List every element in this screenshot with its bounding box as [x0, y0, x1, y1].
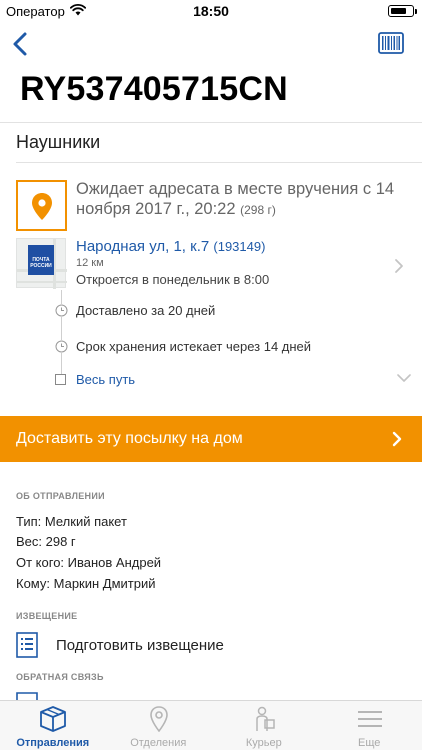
shipment-recipient: Кому: Маркин Дмитрий	[16, 576, 156, 591]
office-postal-index: (193149)	[213, 239, 266, 254]
chevron-right-icon	[395, 259, 403, 273]
route-square-icon	[55, 374, 66, 385]
chevron-down-icon	[397, 374, 411, 382]
post-office-address[interactable]: Народная ул, 1, к.7 (193149)	[76, 238, 265, 255]
home-delivery-banner[interactable]: Доставить эту посылку на дом	[0, 416, 422, 462]
navigation-bar	[0, 24, 422, 64]
timeline-storage: Срок хранения истекает через 14 дней	[55, 338, 415, 358]
storage-expires-text: Срок хранения истекает через 14 дней	[76, 339, 312, 354]
chevron-right-icon	[392, 431, 402, 447]
back-button[interactable]	[6, 26, 36, 62]
courier-icon	[256, 706, 275, 731]
timeline-delivered: Доставлено за 20 дней	[55, 302, 415, 322]
clock-icon	[55, 304, 68, 317]
clock-icon	[55, 340, 68, 353]
shipment-type: Тип: Мелкий пакет	[16, 514, 127, 529]
tab-more[interactable]: Еще	[317, 701, 422, 750]
prepare-notice-label: Подготовить извещение	[56, 637, 224, 654]
status-bar: Оператор 18:50	[0, 0, 422, 22]
feedback-icon	[16, 692, 38, 700]
tab-label: Еще	[358, 737, 381, 749]
divider	[0, 122, 422, 123]
box-icon	[40, 706, 66, 732]
tab-label: Отделения	[130, 737, 187, 749]
status-description: Ожидает адресата в месте вручения с 14 н…	[76, 179, 406, 220]
post-office-map-thumbnail: ПОЧТА РОССИИ	[16, 238, 67, 289]
tab-bar: Отправления Отделения Курьер Еще	[0, 700, 422, 750]
status-icon-box	[16, 180, 67, 231]
status-time: 18:50	[193, 3, 229, 19]
post-office-row[interactable]: ПОЧТА РОССИИ Народная ул, 1, к.7 (193149…	[16, 236, 422, 291]
status-weight: (298 г)	[240, 203, 276, 217]
office-address: Народная ул, 1, к.7	[76, 238, 210, 255]
tab-shipments[interactable]: Отправления	[0, 701, 106, 750]
battery-icon	[388, 5, 417, 17]
all-route-link: Весь путь	[76, 372, 136, 387]
delivered-in-text: Доставлено за 20 дней	[76, 303, 216, 318]
tab-label: Отправления	[16, 737, 90, 749]
menu-icon	[357, 711, 382, 727]
tab-label: Курьер	[245, 737, 282, 749]
prepare-notice-button[interactable]: Подготовить извещение	[16, 628, 422, 662]
notice-header: ИЗВЕЩЕНИЕ	[16, 611, 78, 621]
location-pin-icon	[32, 193, 52, 220]
shipment-sender: От кого: Иванов Андрей	[16, 555, 162, 570]
office-hours: Откроется в понедельник в 8:00	[76, 272, 270, 287]
russian-post-logo: ПОЧТА РОССИИ	[28, 245, 54, 275]
parcel-name[interactable]: Наушники	[16, 132, 100, 153]
shipment-weight: Вес: 298 г	[16, 534, 76, 549]
all-route-toggle[interactable]: Весь путь	[55, 371, 415, 391]
chevron-left-icon	[13, 32, 27, 56]
divider	[16, 162, 422, 163]
home-delivery-label: Доставить эту посылку на дом	[16, 430, 243, 447]
status-text: Ожидает адресата в месте вручения с 14 н…	[76, 180, 395, 218]
office-distance: 12 км	[76, 257, 104, 269]
feedback-header: ОБРАТНАЯ СВЯЗЬ	[16, 672, 104, 682]
document-icon	[16, 632, 38, 658]
barcode-scan-button[interactable]	[378, 32, 404, 54]
tab-courier[interactable]: Курьер	[211, 701, 317, 750]
tracking-number: RY537405715CN	[20, 70, 288, 108]
map-pin-icon	[149, 706, 168, 732]
shipment-info-header: ОБ ОТПРАВЛЕНИИ	[16, 491, 105, 501]
barcode-icon	[378, 32, 404, 54]
tab-offices[interactable]: Отделения	[106, 701, 212, 750]
